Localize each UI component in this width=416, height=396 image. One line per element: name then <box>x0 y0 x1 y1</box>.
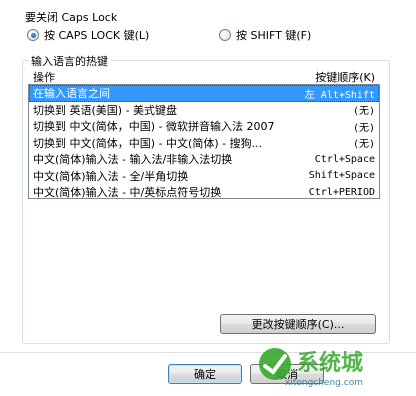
row-action: 切换到 中文(简体，中国) - 微软拼音输入法 2007 <box>33 120 275 134</box>
caps-lock-key-option[interactable]: 按 CAPS LOCK 键(L) <box>27 28 149 42</box>
caps-lock-key-label: 按 CAPS LOCK 键(L) <box>44 29 150 42</box>
row-keys: Ctrl+Space <box>314 153 375 165</box>
row-keys: Shift+Space <box>308 170 375 182</box>
radio-unchecked-icon[interactable] <box>219 29 231 41</box>
column-header-keys[interactable]: 按键顺序(K) <box>315 69 375 85</box>
hotkey-list-header: 操作 按键顺序(K) <box>28 69 380 84</box>
row-keys: Ctrl+PERIOD <box>308 186 375 198</box>
hotkeys-group-title: 输入语言的热键 <box>28 53 111 69</box>
list-item[interactable]: 切换到 中文(简体，中国) - 微软拼音输入法 2007 (无) <box>29 118 379 135</box>
shift-key-label: 按 SHIFT 键(F) <box>236 29 312 42</box>
change-key-sequence-button[interactable]: 更改按键顺序(C)... <box>220 314 376 334</box>
row-keys: (无) <box>352 106 375 118</box>
row-action: 切换到 英语(美国) - 美式键盘 <box>33 103 178 117</box>
column-header-action[interactable]: 操作 <box>33 69 55 85</box>
hotkey-list[interactable]: 在输入语言之间 左 Alt+Shift 切换到 英语(美国) - 美式键盘 (无… <box>28 84 380 199</box>
list-item[interactable]: 切换到 中文(简体，中国) - 中文(简体) - 搜狗... (无) <box>29 135 379 152</box>
list-item[interactable]: 中文(简体)输入法 - 输入法/非输入法切换 Ctrl+Space <box>29 151 379 168</box>
watermark-logo: 系统城 xitongcheng.com <box>259 348 363 388</box>
hotkey-settings-dialog: 要关闭 Caps Lock 按 CAPS LOCK 键(L) 按 SHIFT 键… <box>0 0 416 396</box>
ok-button[interactable]: 确定 <box>168 364 242 384</box>
list-item[interactable]: 在输入语言之间 左 Alt+Shift <box>29 85 379 102</box>
list-item[interactable]: 切换到 英语(美国) - 美式键盘 (无) <box>29 102 379 119</box>
row-action: 中文(简体)输入法 - 中/英标点符号切换 <box>33 186 222 199</box>
shift-key-option[interactable]: 按 SHIFT 键(F) <box>219 28 311 42</box>
row-action: 在输入语言之间 <box>33 87 110 101</box>
row-action: 中文(简体)输入法 - 输入法/非输入法切换 <box>33 153 233 167</box>
row-keys: 左 Alt+Shift <box>304 89 375 101</box>
row-action: 中文(简体)输入法 - 全/半角切换 <box>33 169 189 183</box>
svg-text:xitongcheng.com: xitongcheng.com <box>285 378 363 388</box>
radio-checked-icon[interactable] <box>27 29 39 41</box>
row-keys: (无) <box>352 139 375 151</box>
caps-lock-label: 要关闭 Caps Lock <box>25 11 118 24</box>
svg-text:系统城: 系统城 <box>297 350 363 376</box>
list-item[interactable]: 中文(简体)输入法 - 全/半角切换 Shift+Space <box>29 168 379 185</box>
list-item[interactable]: 中文(简体)输入法 - 中/英标点符号切换 Ctrl+PERIOD <box>29 184 379 199</box>
row-keys: (无) <box>352 122 375 134</box>
row-action: 切换到 中文(简体，中国) - 中文(简体) - 搜狗... <box>33 136 263 150</box>
